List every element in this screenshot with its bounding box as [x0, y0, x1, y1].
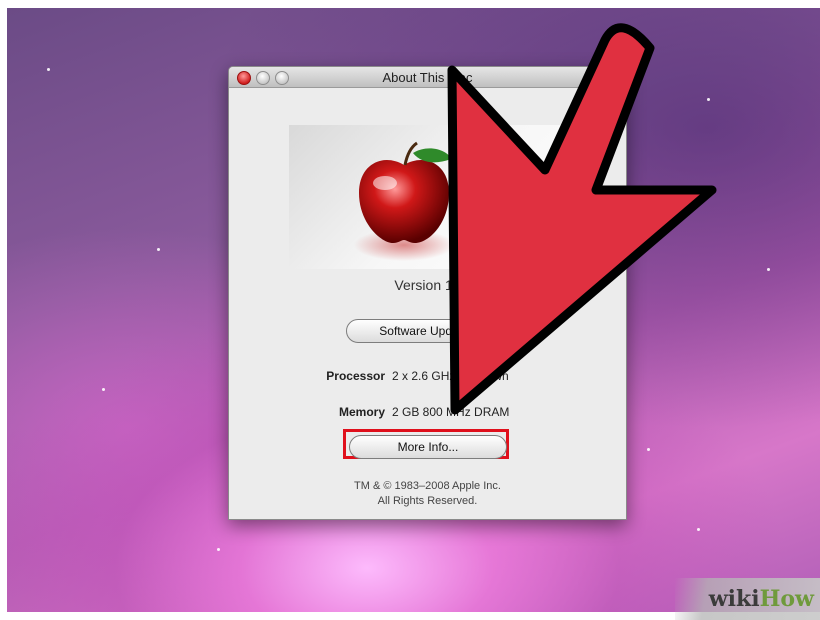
about-this-mac-window: About This Mac Version 10 Software Updat…	[228, 66, 627, 520]
star	[47, 68, 50, 71]
apple-illustration	[354, 141, 454, 261]
star	[767, 268, 770, 271]
wikihow-watermark: wiki How	[675, 578, 820, 620]
memory-label: Memory	[338, 405, 385, 419]
copyright-line-2: All Rights Reserved.	[377, 495, 478, 507]
processor-value: 2 x 2.6 GHz Unknown	[392, 369, 509, 383]
copyright-line-1: TM & © 1983–2008 Apple Inc.	[354, 480, 501, 492]
wikihow-how-text: How	[759, 586, 814, 612]
copyright-text: TM & © 1983–2008 Apple Inc. All Rights R…	[229, 479, 626, 509]
window-title: About This Mac	[382, 70, 473, 85]
os-version-text: Version 10	[394, 277, 461, 293]
processor-label: Processor	[326, 369, 385, 383]
star	[707, 98, 710, 101]
software-update-button[interactable]: Software Update...	[346, 319, 512, 343]
star	[102, 388, 105, 391]
star	[217, 548, 220, 551]
apple-logo	[289, 125, 564, 269]
star	[647, 448, 650, 451]
star	[157, 248, 160, 251]
more-info-button[interactable]: More Info...	[349, 435, 507, 459]
window-titlebar[interactable]: About This Mac	[229, 67, 626, 88]
star	[697, 528, 700, 531]
memory-value: 2 GB 800 MHz DRAM	[392, 405, 510, 419]
wikihow-wiki-text: wiki	[708, 586, 760, 612]
desktop-wallpaper: About This Mac Version 10 Software Updat…	[7, 8, 820, 612]
